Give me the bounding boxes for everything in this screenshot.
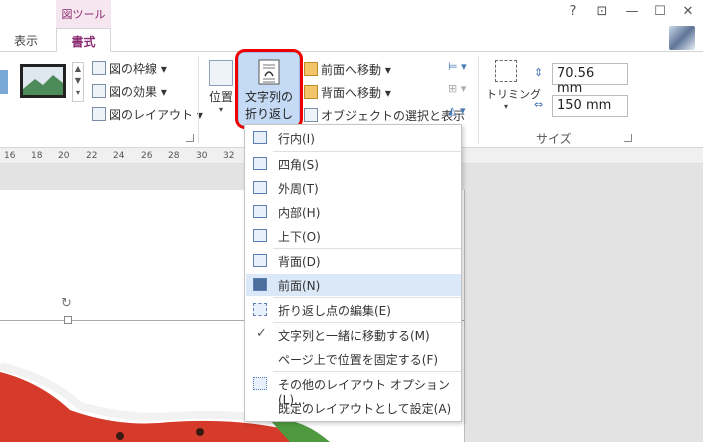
close-icon[interactable]: ✕ [678, 4, 698, 19]
menu-separator [273, 151, 461, 152]
position-icon [209, 60, 233, 86]
menu-item-inline[interactable]: 行内(I) [246, 127, 461, 149]
wrap-inline-icon [253, 131, 267, 144]
dropdown-arrow-icon: ▾ [218, 105, 223, 114]
style-gallery-previous-thumb[interactable] [0, 70, 8, 94]
layout-icon [92, 107, 106, 121]
group-icon[interactable]: ⊞ ▾ [448, 82, 466, 95]
maximize-icon[interactable]: ☐ [650, 4, 670, 19]
wrap-square-icon [253, 157, 267, 170]
menu-item-move-with-text[interactable]: ✓ 文字列と一緒に移動する(M) [246, 324, 461, 346]
selection-pane-button[interactable]: オブジェクトの選択と表示 [304, 107, 465, 124]
dropdown-arrow-icon: ▾ [503, 102, 508, 111]
menu-item-more-layout-options[interactable]: その他のレイアウト オプション(L)... [246, 373, 461, 407]
tab-view[interactable]: 表示 [4, 28, 48, 52]
checkmark-icon: ✓ [256, 326, 267, 341]
ribbon-display-options-icon[interactable]: ⊡ [592, 4, 612, 19]
wrap-in-front-icon [253, 278, 267, 291]
picture-styles-dialog-launcher-icon[interactable] [186, 134, 194, 142]
group-divider [478, 56, 479, 144]
menu-item-behind-text[interactable]: 背面(D) [246, 250, 461, 272]
align-icon[interactable]: ⊨ ▾ [448, 60, 467, 73]
bring-forward-button[interactable]: 前面へ移動 ▾ [304, 61, 391, 78]
menu-separator [273, 371, 461, 372]
wrap-text-menu: 行内(I) 四角(S) 外周(T) 内部(H) 上下(O) 背面(D) 前面(N… [244, 124, 462, 422]
size-dialog-launcher-icon[interactable] [624, 134, 632, 142]
crop-icon [495, 60, 517, 82]
menu-item-edit-wrap-points[interactable]: 折り返し点の編集(E) [246, 299, 461, 321]
rotate-icon[interactable]: ◭ ▾ [448, 104, 465, 117]
menu-item-tight[interactable]: 外周(T) [246, 177, 461, 199]
group-divider [198, 56, 199, 144]
menu-item-through[interactable]: 内部(H) [246, 201, 461, 223]
menu-item-square[interactable]: 四角(S) [246, 153, 461, 175]
user-avatar[interactable] [669, 26, 695, 50]
menu-separator [273, 322, 461, 323]
wrap-tight-icon [253, 181, 267, 194]
minimize-icon[interactable]: — [622, 4, 642, 19]
size-group-label: サイズ [536, 132, 572, 146]
bring-forward-icon [304, 62, 318, 76]
picture-border-button[interactable]: 図の枠線 ▾ [92, 60, 167, 77]
menu-item-in-front-of-text[interactable]: 前面(N) [246, 274, 461, 296]
position-button[interactable]: 位置 ▾ [206, 56, 236, 120]
height-input[interactable]: 70.56 mm [552, 63, 628, 96]
title-bar: 図ツール ? ⊡ — ☐ ✕ [0, 0, 703, 30]
tab-format[interactable]: 書式 [56, 28, 111, 52]
pen-icon [92, 61, 106, 75]
gallery-scroll[interactable]: ▲ ▼ ▾ [72, 62, 84, 102]
wrap-through-icon [253, 205, 267, 218]
menu-item-set-as-default[interactable]: 既定のレイアウトとして設定(A) [246, 397, 461, 419]
wrap-behind-text-icon [253, 254, 267, 267]
picture-tools-context-label: 図ツール [56, 0, 111, 28]
highlight-ring [235, 49, 303, 129]
edit-wrap-points-icon [253, 303, 267, 316]
landscape-picture-icon [23, 67, 63, 95]
menu-separator [273, 248, 461, 249]
send-backward-icon [304, 85, 318, 99]
crop-button[interactable]: トリミング ▾ [486, 58, 541, 128]
rotate-handle-icon[interactable]: ↻ [61, 296, 72, 311]
layout-options-icon [253, 377, 267, 390]
width-input[interactable]: 150 mm [552, 95, 628, 117]
picture-effects-button[interactable]: 図の効果 ▾ [92, 83, 167, 100]
ribbon-tabs: 表示 書式 [0, 28, 703, 52]
picture-style-thumbnail[interactable] [20, 64, 66, 98]
help-icon[interactable]: ? [563, 4, 583, 19]
picture-layout-button[interactable]: 図のレイアウト ▾ [92, 106, 203, 123]
effects-icon [92, 84, 106, 98]
menu-item-fix-position[interactable]: ページ上で位置を固定する(F) [246, 348, 461, 370]
selection-pane-icon [304, 108, 318, 122]
menu-item-top-bottom[interactable]: 上下(O) [246, 225, 461, 247]
menu-separator [273, 297, 461, 298]
width-icon: ⇔ [534, 98, 544, 111]
wrap-top-bottom-icon [253, 229, 267, 242]
send-backward-button[interactable]: 背面へ移動 ▾ [304, 84, 391, 101]
height-icon: ⇕ [534, 66, 544, 79]
